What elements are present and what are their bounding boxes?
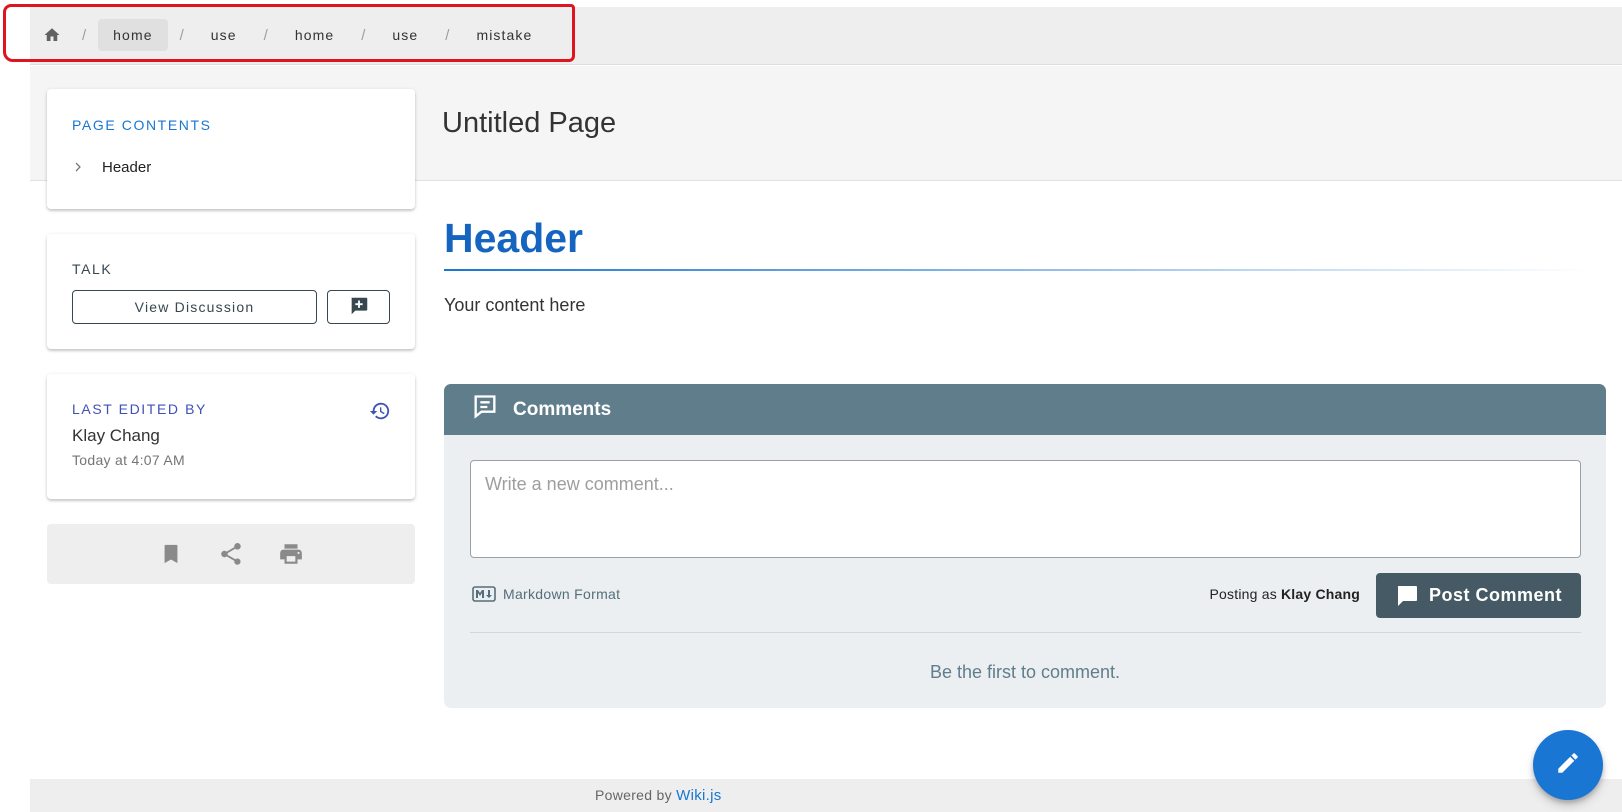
edit-page-button[interactable] <box>1533 730 1603 800</box>
breadcrumb-item[interactable]: use <box>377 19 433 51</box>
page-actions <box>47 524 415 584</box>
markdown-format: Markdown Format <box>472 586 620 602</box>
last-edited-card: LAST EDITED BY Klay Chang Today at 4:07 … <box>47 374 415 499</box>
last-edited-author: Klay Chang <box>72 426 160 445</box>
share-icon[interactable] <box>218 541 244 567</box>
page-title: Untitled Page <box>442 107 617 139</box>
breadcrumb-bar: / home / use / home / use / mistake <box>30 7 1622 65</box>
comment-text-icon <box>471 393 499 426</box>
post-comment-button[interactable]: Post Comment <box>1376 573 1581 618</box>
toc-item-label: Header <box>102 159 152 176</box>
footer-text: Powered by Wiki.js <box>595 787 722 804</box>
last-edited-label: LAST EDITED BY <box>72 401 207 417</box>
powered-by-label: Powered by <box>595 787 672 803</box>
empty-comments-message: Be the first to comment. <box>929 662 1121 682</box>
home-icon[interactable] <box>42 25 62 45</box>
pencil-icon <box>1555 750 1581 781</box>
talk-card: TALK View Discussion <box>47 234 415 349</box>
breadcrumb-item[interactable]: use <box>196 19 252 51</box>
chevron-right-icon <box>72 160 90 176</box>
markdown-icon <box>472 586 496 602</box>
wikijs-link[interactable]: Wiki.js <box>676 787 721 804</box>
toc-card: PAGE CONTENTS Header <box>47 89 415 209</box>
post-comment-label: Post Comment <box>1428 585 1562 605</box>
view-discussion-button[interactable]: View Discussion <box>72 290 317 324</box>
breadcrumb-item[interactable]: mistake <box>461 19 547 51</box>
posting-as-prefix: Posting as <box>1209 586 1277 602</box>
comments-title: Comments <box>513 398 612 420</box>
comments-header: Comments <box>444 384 1606 435</box>
comment-input[interactable]: Write a new comment... <box>470 460 1581 558</box>
breadcrumb-separator: / <box>82 26 87 44</box>
content-body: Your content here <box>444 295 586 315</box>
talk-label: TALK <box>72 261 113 277</box>
content-header: Header <box>444 215 584 261</box>
toc-item[interactable]: Header <box>72 159 151 176</box>
breadcrumb-separator: / <box>361 26 366 44</box>
breadcrumb-separator: / <box>445 26 450 44</box>
toc-label: PAGE CONTENTS <box>72 117 212 133</box>
posting-as-user: Klay Chang <box>1280 586 1360 602</box>
print-icon[interactable] <box>278 541 304 567</box>
breadcrumb-item[interactable]: home <box>280 19 349 51</box>
header-divider <box>444 269 1590 271</box>
comment-plus-icon <box>348 295 370 320</box>
bookmark-icon[interactable] <box>158 541 184 567</box>
history-icon[interactable] <box>369 400 391 422</box>
comments-panel: Comments Write a new comment... Markdown… <box>444 384 1606 708</box>
posting-as: Posting as Klay Chang <box>1210 586 1360 602</box>
footer: Powered by Wiki.js <box>30 779 1622 812</box>
comments-divider <box>470 632 1581 633</box>
new-comment-button[interactable] <box>327 290 390 324</box>
breadcrumb-item[interactable]: home <box>98 19 168 51</box>
comment-icon <box>1395 584 1419 608</box>
last-edited-time: Today at 4:07 AM <box>72 452 185 468</box>
breadcrumb-separator: / <box>263 26 268 44</box>
breadcrumb: / home / use / home / use / mistake <box>42 18 547 52</box>
breadcrumb-separator: / <box>179 26 184 44</box>
markdown-format-label: Markdown Format <box>503 586 621 602</box>
